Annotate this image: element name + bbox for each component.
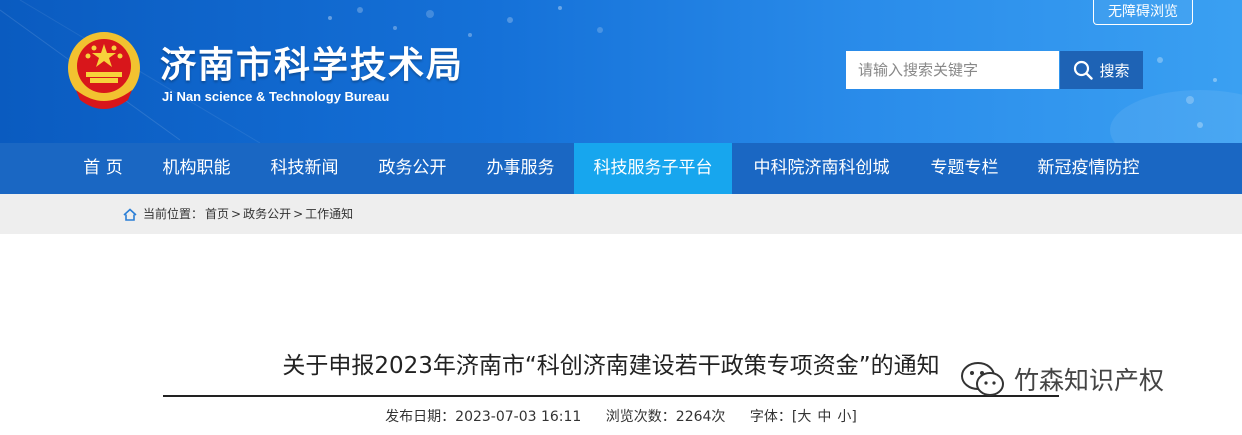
breadcrumb-home[interactable]: 首页 <box>205 194 229 234</box>
main-nav: 首 页 机构职能 科技新闻 政务公开 办事服务 科技服务子平台 中科院济南科创城… <box>0 143 1242 194</box>
nav-item-covid-prevention[interactable]: 新冠疫情防控 <box>1019 143 1158 194</box>
breadcrumb-work-notices[interactable]: 工作通知 <box>305 194 353 234</box>
article-title: 关于申报2023年济南市“科创济南建设若干政策专项资金”的通知 <box>282 353 940 379</box>
national-emblem-icon <box>68 32 140 109</box>
font-small-button[interactable]: 小 <box>837 409 851 425</box>
publish-date: 2023-07-03 16:11 <box>455 409 582 425</box>
breadcrumb: 当前位置： 首页 > 政务公开 > 工作通知 <box>123 194 353 234</box>
views-count: 2264次 <box>675 409 726 425</box>
search-button-label: 搜索 <box>1099 61 1130 80</box>
nav-item-special-topics[interactable]: 专题专栏 <box>911 143 1018 194</box>
search-button[interactable]: 搜索 <box>1060 51 1143 89</box>
font-large-button[interactable]: 大 <box>797 409 811 425</box>
site-header: 济南市科学技术局 Ji Nan science & Technology Bur… <box>0 0 1242 143</box>
nav-item-home[interactable]: 首 页 <box>63 143 143 194</box>
search-icon <box>1074 60 1094 80</box>
watermark-text: 竹森知识产权 <box>1014 366 1165 395</box>
font-label: 字体： <box>749 409 792 425</box>
nav-item-tech-service-platform[interactable]: 科技服务子平台 <box>574 143 732 194</box>
nav-item-functions[interactable]: 机构职能 <box>143 143 250 194</box>
nav-item-services[interactable]: 办事服务 <box>467 143 574 194</box>
site-title: 济南市科学技术局 <box>160 45 465 86</box>
breadcrumb-bar: 当前位置： 首页 > 政务公开 > 工作通知 <box>0 194 1242 234</box>
publish-info: 发布日期：2023-07-03 16:11 <box>385 409 581 425</box>
nav-item-government-affairs[interactable]: 政务公开 <box>359 143 466 194</box>
breadcrumb-separator: > <box>231 207 242 221</box>
search-input[interactable] <box>846 51 1059 89</box>
accessibility-button[interactable]: 无障碍浏览 <box>1093 0 1193 25</box>
title-divider <box>163 395 1059 397</box>
font-medium-button[interactable]: 中 <box>817 409 831 425</box>
watermark: 竹森知识产权 <box>958 359 1164 399</box>
breadcrumb-separator: > <box>293 207 304 221</box>
nav-item-cas-jinan[interactable]: 中科院济南科创城 <box>733 143 910 194</box>
breadcrumb-prefix: 当前位置： <box>143 207 204 221</box>
publish-label: 发布日期： <box>385 409 456 425</box>
font-size-controls: 字体：[大中小] <box>750 409 857 425</box>
breadcrumb-government-affairs[interactable]: 政务公开 <box>243 194 291 234</box>
nav-item-news[interactable]: 科技新闻 <box>251 143 358 194</box>
font-bracket-close: ] <box>851 409 857 425</box>
views-info: 浏览次数：2264次 <box>606 409 726 425</box>
wechat-icon <box>961 362 1004 396</box>
home-icon <box>123 207 137 221</box>
site-subtitle: Ji Nan science & Technology Bureau <box>162 89 390 104</box>
article-meta: 发布日期：2023-07-03 16:11 浏览次数：2264次 字体：[大中小… <box>0 406 1242 426</box>
views-label: 浏览次数： <box>605 409 676 425</box>
